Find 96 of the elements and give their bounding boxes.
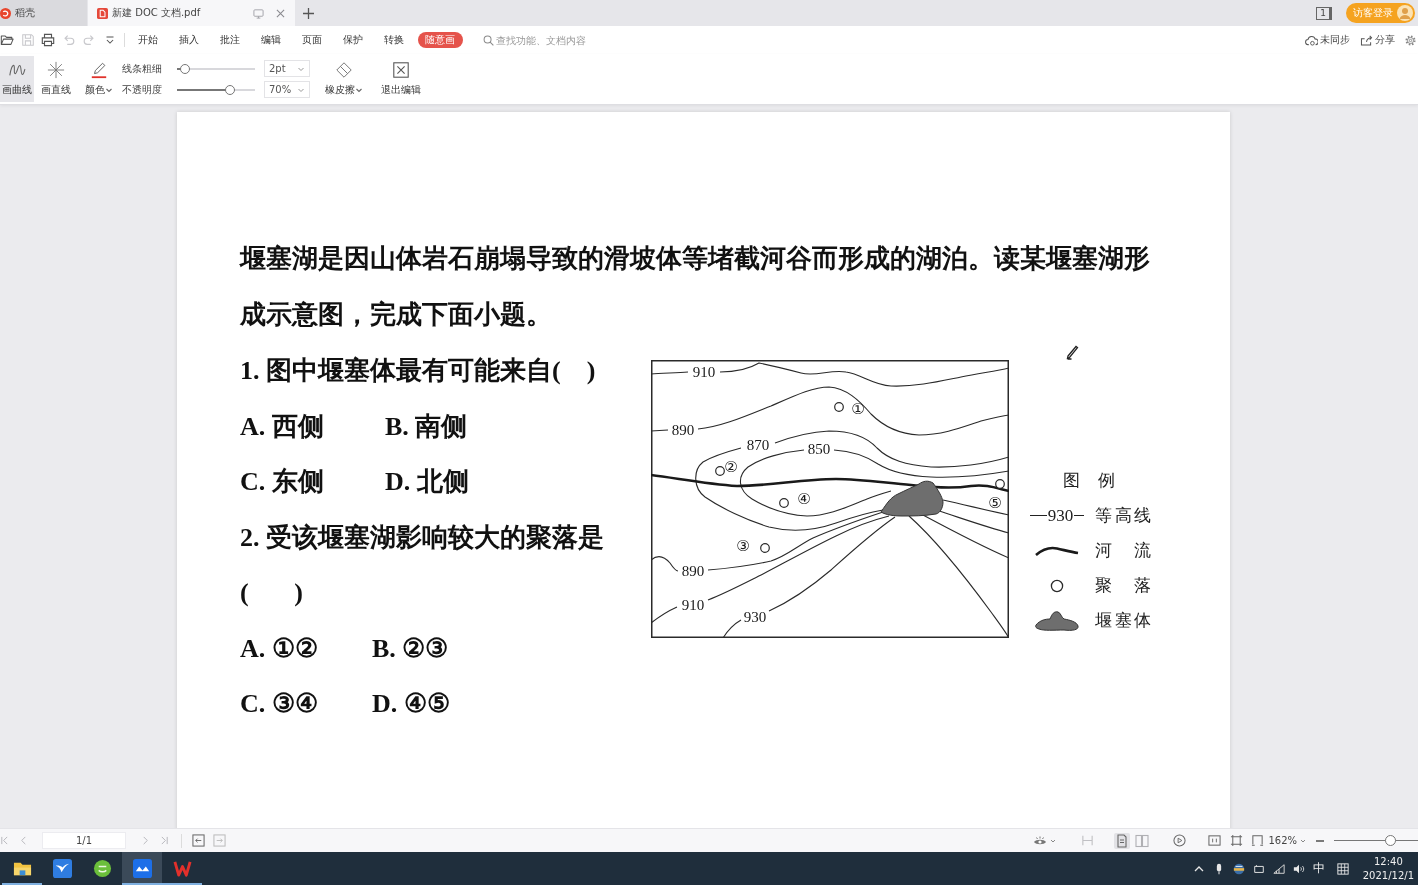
value-dropdown[interactable]: 70% — [264, 81, 310, 98]
legend-label: 聚 落 — [1095, 575, 1151, 597]
page-number-field[interactable]: 1/1 — [42, 832, 126, 849]
new-tab-plus-icon[interactable] — [303, 7, 314, 19]
contour-label: 930 — [743, 609, 767, 625]
contour-label: 870 — [746, 437, 770, 453]
boxed-x-icon — [392, 61, 410, 79]
contour-label: 890 — [681, 563, 705, 579]
close-icon[interactable] — [276, 8, 285, 18]
contour-sample-label: 930 — [1029, 505, 1085, 526]
pen-cursor-icon — [1065, 344, 1079, 360]
contour-label: 890 — [671, 422, 695, 438]
question-text: 1. 图中堰塞体最有可能来自( ) — [240, 355, 597, 387]
clock-date[interactable]: 2021/12/1 — [1362, 868, 1414, 883]
option-text: B. 南侧 — [385, 410, 469, 443]
legend-label: 等高线 — [1095, 505, 1151, 527]
pencil-icon — [90, 61, 108, 79]
device-icon[interactable] — [1252, 862, 1265, 875]
frame-icon[interactable] — [1251, 834, 1265, 847]
fit-page-icon[interactable] — [1230, 834, 1244, 847]
share-icon — [1360, 34, 1373, 46]
river-line-icon — [1035, 544, 1079, 557]
legend-title: 图 例 — [1061, 469, 1117, 492]
round-logo-icon — [0, 7, 11, 19]
option-text: B. ②③ — [372, 632, 450, 665]
cloud-icon — [1305, 34, 1318, 46]
question-text: 2. 受该堰塞湖影响较大的聚落是 ( ) — [240, 521, 605, 609]
contour-label: 850 — [807, 441, 831, 457]
input-method-indicator[interactable]: 中 — [1312, 860, 1325, 877]
avatar-icon — [1397, 5, 1413, 21]
play-icon[interactable] — [1173, 834, 1187, 847]
settlement-label: ⑤ — [988, 494, 1002, 512]
single-page-icon[interactable] — [1114, 832, 1131, 849]
document-tab[interactable]: 稻壳 — [0, 0, 87, 26]
window-count-button[interactable]: 1 — [1316, 6, 1332, 20]
actual-size-icon[interactable] — [1208, 834, 1222, 847]
legend-label: 河 流 — [1095, 540, 1151, 562]
clock-time[interactable]: 12:40 — [1373, 854, 1403, 869]
menu-tab[interactable]: 转换 — [373, 32, 415, 48]
drawing-tool-button[interactable]: 画曲线 — [0, 56, 34, 102]
smiley-app-icon — [92, 859, 112, 878]
search-field[interactable]: 查找功能、文档内容 — [495, 34, 646, 46]
settlement-label: ④ — [797, 490, 811, 508]
swoosh-app-icon — [52, 859, 72, 878]
slider-thumb[interactable] — [180, 63, 191, 74]
taskbar-app-button[interactable] — [122, 852, 162, 885]
menu-tab[interactable]: 保护 — [332, 32, 374, 48]
signal-icon[interactable] — [1272, 862, 1285, 875]
menu-tab[interactable]: 批注 — [209, 32, 251, 48]
option-text: D. 北侧 — [385, 466, 470, 498]
pdf-file-icon — [97, 7, 108, 19]
settlement-label: ② — [724, 458, 738, 476]
slider-thumb[interactable] — [224, 84, 235, 95]
zoom-slider-thumb[interactable] — [1385, 835, 1397, 846]
settlement-label: ① — [851, 400, 865, 418]
edit-tool-button[interactable]: 退出编辑 — [379, 56, 423, 102]
eye-icon[interactable] — [1033, 834, 1048, 847]
search-icon — [482, 34, 494, 46]
paragraph-text: 堰塞湖是因山体岩石崩塌导致的滑坡体等堵截河谷而形成的湖泊。读某堰塞湖形成示意图，完成下面小题。 — [240, 243, 1151, 331]
menu-tab[interactable]: 编辑 — [250, 32, 292, 48]
document-tab[interactable]: 新建 DOC 文档.pdf — [88, 0, 295, 26]
toolbar-text-button[interactable]: 未同步 — [1305, 33, 1350, 47]
drawing-tool-button[interactable]: 画直线 — [39, 56, 73, 102]
menu-tab[interactable]: 开始 — [127, 32, 169, 48]
starburst-icon — [47, 61, 65, 79]
menu-tab[interactable]: 插入 — [168, 32, 210, 48]
toolbar-text-button[interactable]: 分享 — [1360, 33, 1395, 47]
print-icon[interactable] — [41, 33, 56, 47]
legend-label: 堰塞体 — [1095, 610, 1151, 632]
option-text: A. 西侧 — [240, 410, 325, 443]
option-text: D. ④⑤ — [372, 688, 451, 720]
settings-icon[interactable] — [1405, 34, 1416, 46]
speaker-icon[interactable] — [1292, 862, 1305, 875]
slider-label: 不透明度 — [122, 82, 163, 97]
slider-label: 线条粗细 — [122, 61, 163, 76]
contour-label: 910 — [681, 597, 705, 613]
settlement-label: ③ — [736, 537, 750, 555]
menu-tab[interactable]: 随意画 — [417, 32, 463, 48]
edit-tool-button[interactable]: 橡皮擦 — [323, 56, 365, 102]
value-dropdown[interactable]: 2pt — [264, 60, 310, 77]
striped-ball-icon[interactable] — [1232, 862, 1245, 875]
option-text: A. ①② — [240, 632, 319, 665]
zoom-out-icon[interactable] — [1315, 838, 1325, 843]
drawing-tool-button[interactable]: 颜色 — [83, 56, 115, 102]
open-folder-icon[interactable] — [0, 33, 14, 47]
settlement-ring-icon — [1050, 578, 1064, 593]
option-text: C. 东侧 — [240, 466, 325, 498]
zoom-level-dropdown[interactable]: 162% — [1268, 835, 1307, 846]
keyboard-grid-icon[interactable] — [1336, 862, 1349, 875]
menu-tab[interactable]: 页面 — [291, 32, 333, 48]
dam-blob-icon — [1034, 609, 1080, 632]
mountain-app-icon — [132, 859, 152, 878]
option-text: C. ③④ — [240, 688, 319, 720]
contour-label: 910 — [692, 364, 716, 380]
zigzag-app-icon — [172, 859, 192, 878]
eraser-icon — [335, 61, 353, 79]
